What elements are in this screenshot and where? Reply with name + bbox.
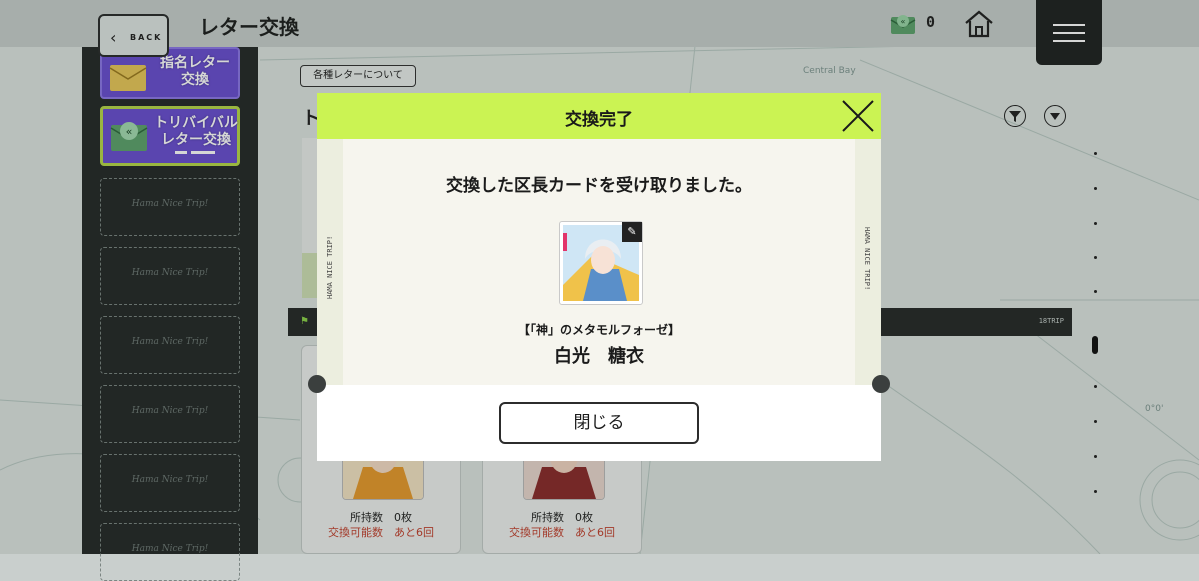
card-subtitle: 【「神」のメタモルフォーゼ】 xyxy=(517,323,680,337)
card-character-name: 白光 糖衣 xyxy=(554,346,644,367)
ticket-notch xyxy=(872,375,890,393)
close-button[interactable]: 閉じる xyxy=(499,402,699,444)
close-icon[interactable] xyxy=(841,99,875,133)
stub-text: HAMA NICE TRIP! xyxy=(863,227,871,291)
received-message: 交換した区長カードを受け取りました。 xyxy=(446,176,752,196)
stub-text: HAMA NICE TRIP! xyxy=(326,235,334,299)
dialog-title: 交換完了 xyxy=(565,110,633,130)
exchange-complete-dialog: 交換完了 HAMA NICE TRIP! HAMA NICE TRIP! 交換し… xyxy=(308,93,890,461)
ticket-notch xyxy=(308,375,326,393)
card-type-badge-icon: ✎ xyxy=(622,222,642,242)
received-card-thumbnail: ✎ xyxy=(559,221,643,305)
dialog-header: 交換完了 xyxy=(317,93,881,139)
